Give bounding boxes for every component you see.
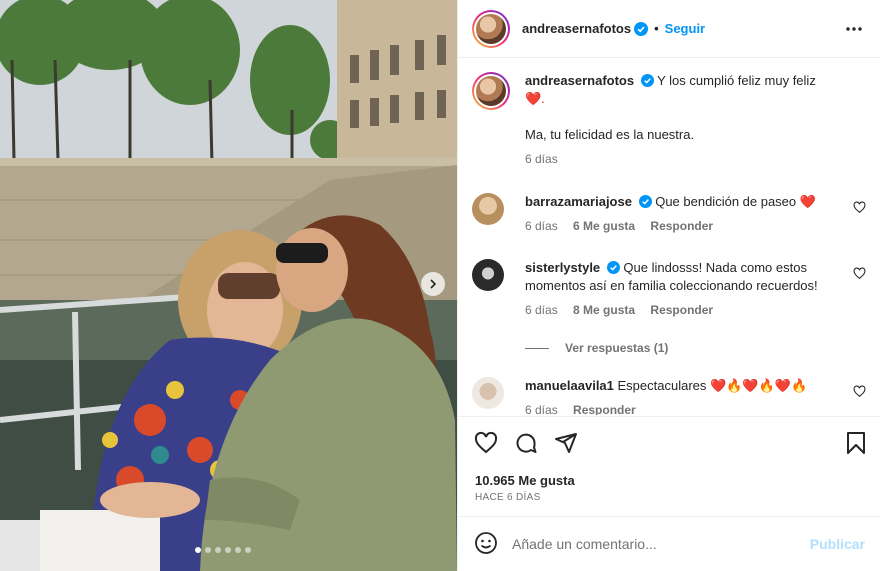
carousel-dot	[245, 547, 251, 553]
carousel-dot	[215, 547, 221, 553]
photo-scene	[0, 0, 457, 571]
heart-icon	[853, 267, 866, 280]
more-options-button[interactable]	[845, 20, 863, 41]
reply-button[interactable]: Responder	[650, 303, 713, 317]
comment-username[interactable]: sisterlystyle	[525, 260, 600, 275]
carousel-dot	[225, 547, 231, 553]
like-comment-button[interactable]	[853, 201, 866, 217]
instagram-post: andreasernafotos • Seguir andreasernafot…	[0, 0, 880, 571]
caption-text-2: Ma, tu felicidad es la nuestra.	[525, 127, 695, 142]
avatar[interactable]	[472, 72, 510, 110]
separator: •	[654, 21, 659, 36]
carousel-dot	[205, 547, 211, 553]
publish-button[interactable]: Publicar	[810, 536, 865, 552]
carousel-dot	[195, 547, 201, 553]
verified-icon	[634, 21, 649, 36]
verified-icon	[606, 261, 620, 274]
like-comment-button[interactable]	[853, 267, 866, 283]
comment-username[interactable]: manuelaavila1	[525, 378, 614, 393]
like-count[interactable]: 10.965 Me gusta	[475, 473, 575, 488]
save-icon	[847, 432, 865, 454]
comment-likes[interactable]: 8 Me gusta	[573, 303, 635, 317]
emoji-icon	[475, 531, 497, 554]
comment-time[interactable]: 6 días	[525, 403, 558, 415]
comment-time[interactable]: 6 días	[525, 219, 558, 233]
share-icon	[555, 433, 577, 453]
comment-icon	[516, 433, 537, 453]
view-replies-button[interactable]: Ver respuestas (1)	[525, 341, 668, 355]
verified-icon	[640, 74, 654, 87]
post-actions: 10.965 Me gusta HACE 6 DÍAS	[458, 416, 880, 516]
comment-text: Que bendición de paseo ❤️	[655, 194, 816, 209]
post-header: andreasernafotos • Seguir	[458, 0, 880, 58]
caption-text: Y los cumplió feliz muy feliz	[657, 73, 816, 88]
heart-icon	[474, 431, 498, 454]
comments-list[interactable]: andreasernafotos Y los cumplió feliz muy…	[458, 59, 880, 415]
avatar[interactable]	[472, 377, 504, 409]
comment-text: Espectaculares ❤️🔥❤️🔥❤️🔥	[617, 378, 808, 393]
emoji-button[interactable]	[474, 531, 498, 558]
caption-username[interactable]: andreasernafotos	[525, 73, 634, 88]
post-photo[interactable]	[0, 0, 457, 571]
post-sidebar: andreasernafotos • Seguir andreasernafot…	[457, 0, 880, 571]
chevron-right-icon	[430, 279, 437, 289]
avatar[interactable]	[472, 9, 510, 48]
heart-icon	[853, 201, 866, 214]
verified-icon	[638, 195, 652, 208]
reply-button[interactable]: Responder	[650, 219, 713, 233]
comment-time[interactable]: 6 días	[525, 303, 558, 317]
next-image-button[interactable]	[421, 272, 445, 296]
add-comment-bar: Publicar	[458, 516, 880, 571]
header-username[interactable]: andreasernafotos	[522, 21, 631, 36]
follow-button[interactable]: Seguir	[665, 21, 705, 36]
save-button[interactable]	[845, 431, 867, 458]
avatar[interactable]	[472, 193, 504, 225]
comment-input[interactable]	[512, 536, 792, 552]
caption-emoji: ❤️.	[525, 91, 545, 106]
carousel-dots	[195, 547, 251, 553]
view-replies-label: Ver respuestas (1)	[565, 341, 669, 355]
comment-button[interactable]	[514, 431, 538, 458]
post-time[interactable]: HACE 6 DÍAS	[475, 492, 541, 503]
reply-button[interactable]: Responder	[573, 403, 636, 415]
comment-username[interactable]: barrazamariajose	[525, 194, 632, 209]
like-button[interactable]	[474, 431, 498, 458]
share-button[interactable]	[554, 431, 578, 458]
like-comment-button[interactable]	[853, 385, 866, 401]
avatar[interactable]	[472, 259, 504, 291]
more-icon	[846, 27, 862, 31]
carousel-dot	[235, 547, 241, 553]
caption-time[interactable]: 6 días	[525, 152, 558, 166]
comment-likes[interactable]: 6 Me gusta	[573, 219, 635, 233]
heart-icon	[853, 385, 866, 398]
